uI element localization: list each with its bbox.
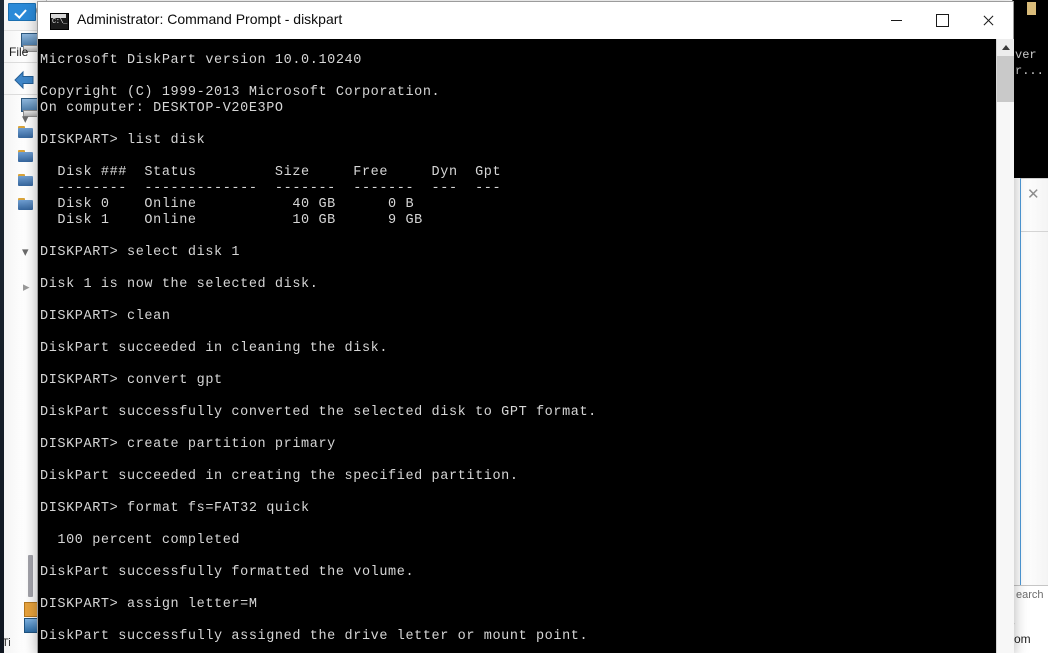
taskbar-icon-folder[interactable] bbox=[24, 602, 39, 617]
desktop-background: File ▾ ▾ ▸ Ti ver r... ✕ earch n.com C:\… bbox=[0, 0, 1048, 653]
folder-body-shape bbox=[18, 176, 33, 186]
background-console-line-2: r... bbox=[1015, 64, 1044, 78]
background-window-tab bbox=[1027, 2, 1036, 15]
folder-body-shape bbox=[18, 152, 33, 162]
console-output-area[interactable]: Microsoft DiskPart version 10.0.10240 Co… bbox=[38, 39, 1013, 653]
background-secondary-window[interactable]: ✕ bbox=[1020, 178, 1048, 587]
scrollbar-thumb[interactable] bbox=[997, 56, 1014, 102]
close-icon[interactable]: ✕ bbox=[1027, 185, 1040, 203]
chevron-right-icon[interactable]: ▸ bbox=[23, 280, 30, 293]
minimize-button[interactable] bbox=[873, 2, 919, 38]
drive-folder-icon[interactable] bbox=[18, 174, 34, 187]
close-icon bbox=[982, 14, 995, 27]
window-divider bbox=[1021, 231, 1048, 232]
scroll-up-button[interactable] bbox=[997, 39, 1014, 56]
drive-folder-icon[interactable] bbox=[18, 198, 34, 211]
minimize-icon bbox=[890, 19, 902, 21]
search-placeholder-text: earch bbox=[1016, 589, 1044, 601]
chevron-down-icon[interactable]: ▾ bbox=[22, 245, 29, 258]
window-title: Administrator: Command Prompt - diskpart bbox=[77, 11, 343, 27]
command-prompt-window[interactable]: C:\_ Administrator: Command Prompt - dis… bbox=[38, 2, 1014, 653]
command-prompt-icon: C:\_ bbox=[50, 13, 69, 30]
background-console-line-1: ver bbox=[1015, 48, 1037, 62]
window-titlebar[interactable]: C:\_ Administrator: Command Prompt - dis… bbox=[38, 2, 1013, 40]
drive-folder-icon[interactable] bbox=[18, 126, 34, 139]
close-button[interactable] bbox=[965, 2, 1011, 38]
taskbar-icon-explorer[interactable] bbox=[24, 618, 39, 633]
folder-body-shape bbox=[18, 200, 33, 210]
console-scrollbar[interactable] bbox=[996, 39, 1014, 653]
folder-body-shape bbox=[18, 128, 33, 138]
icon-prompt-glyph: C:\_ bbox=[52, 18, 67, 26]
background-search-input[interactable]: earch bbox=[1012, 585, 1048, 609]
drive-folder-icon[interactable] bbox=[18, 150, 34, 163]
console-text: Microsoft DiskPart version 10.0.10240 Co… bbox=[40, 52, 597, 644]
chevron-up-icon bbox=[1001, 45, 1010, 50]
file-menu-label[interactable]: File bbox=[9, 45, 28, 59]
background-console-window[interactable]: ver r... bbox=[1012, 0, 1048, 178]
desktop-left-edge bbox=[0, 0, 4, 653]
scrollbar-track[interactable] bbox=[997, 102, 1014, 653]
maximize-icon bbox=[935, 13, 949, 27]
back-arrow-icon[interactable] bbox=[12, 70, 36, 90]
chevron-down-icon[interactable]: ▾ bbox=[22, 112, 29, 125]
checkmark-icon[interactable] bbox=[8, 3, 36, 21]
maximize-button[interactable] bbox=[919, 2, 965, 38]
explorer-scrollbar-thumb[interactable] bbox=[28, 555, 33, 597]
